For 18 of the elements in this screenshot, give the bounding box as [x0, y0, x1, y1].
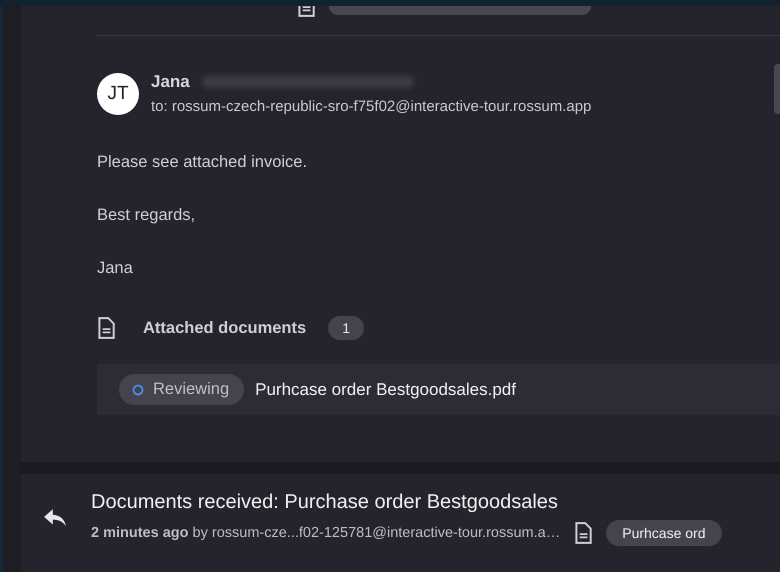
attachments-heading: Attached documents	[143, 318, 306, 338]
message-subject: Documents received: Purchase order Bestgoodsales	[91, 490, 559, 514]
document-row[interactable]: Reviewing Purhcase order Bestgoodsales.pdf	[97, 364, 780, 415]
document-icon	[574, 522, 592, 544]
attachment-count: 1	[328, 316, 364, 340]
message-text: Jana	[97, 259, 134, 278]
avatar: JT	[97, 72, 139, 114]
document-chip[interactable]: Purhcase ord	[606, 520, 722, 546]
message-text: Best regards,	[97, 206, 196, 225]
message-meta: 2 minutes ago by rossum-cze...f02-125781@interactive-tour.rossum.a…	[91, 524, 560, 540]
document-icon	[97, 317, 115, 339]
recipient-address: to: rossum-czech-republic-sro-f75f02@interactive-tour.rossum.app	[151, 98, 592, 115]
reply-icon[interactable]	[43, 508, 67, 528]
sender-name: Jana	[151, 72, 190, 92]
message-text: Please see attached invoice.	[97, 153, 308, 172]
document-name: Purhcase order Bestgoodsales.pdf	[255, 380, 516, 400]
status-label: Reviewing	[153, 380, 230, 399]
status-ring-icon	[132, 384, 144, 396]
